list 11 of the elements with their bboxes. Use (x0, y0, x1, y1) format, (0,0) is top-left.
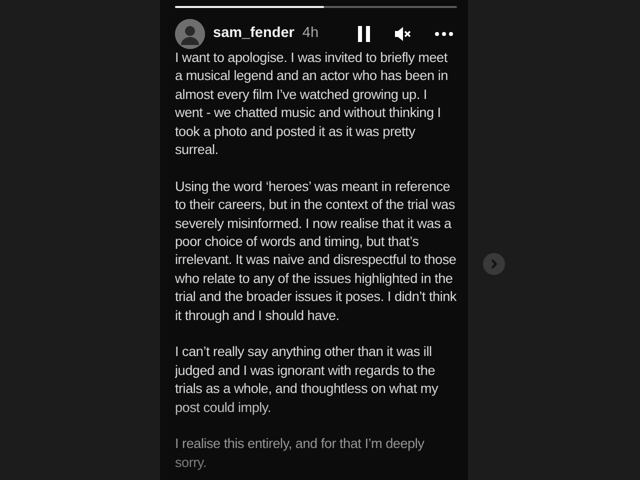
story-paragraph: I can’t really say anything other than it was ill judged and I was ignorant with regards to the trials as a whole, and thoughtless on what my post could imply. (175, 343, 440, 417)
avatar-icon[interactable] (175, 18, 205, 48)
story-paragraph: Using the word ‘heroes’ was meant in reference to their careers, but in the context of the trial was severely misinformed. I now realise that it was a poor choice of words and timing, but that’s irrelevant. It was naive and disrespectful to those who relate to any of the issues highlighted in the trial and the broader issues it poses. I didn’t think it through and I should have. (175, 178, 457, 325)
muted-speaker-icon[interactable] (395, 26, 411, 40)
pause-icon[interactable] (357, 26, 371, 42)
more-icon[interactable] (435, 32, 453, 36)
username[interactable]: sam_fender (213, 22, 294, 44)
story-paragraph: I want to apologise. I was invited to briefly meet a musical legend and an actor who has been in almost every film I’ve watched growing up. I went - we chatted music and without thinking I took a photo and posted it as it was pretty surreal. (175, 49, 449, 160)
post-time: 4h (302, 24, 319, 43)
story-paragraph: I realise this entirely, and for that I’m deeply sorry. (175, 435, 426, 472)
chevron-right-icon (491, 259, 497, 269)
